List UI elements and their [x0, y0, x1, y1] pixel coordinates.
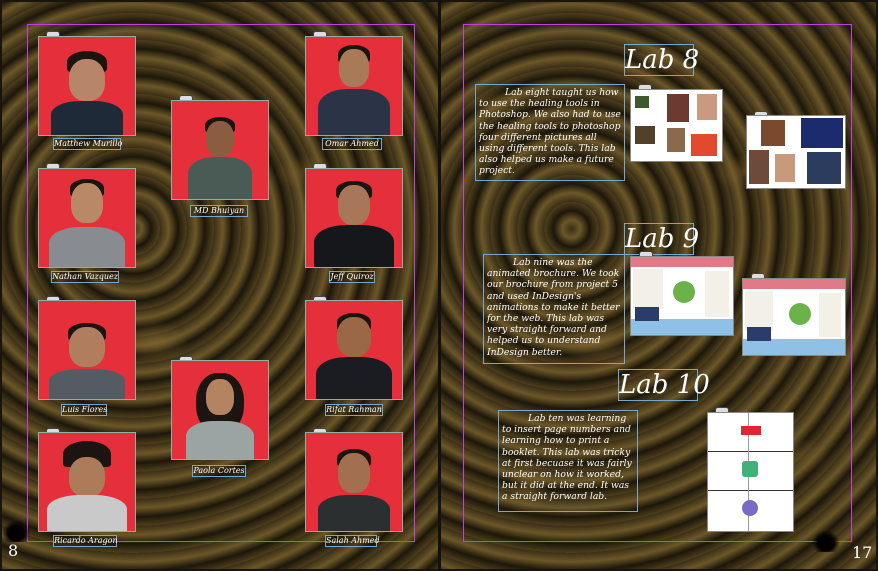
lab-8-screenshot-2[interactable]: [746, 115, 846, 189]
lab-9-brochure-2[interactable]: [742, 278, 846, 356]
student-photo[interactable]: [305, 432, 403, 532]
student-name-caption: Jeff Quiroz: [329, 271, 375, 283]
student-photo[interactable]: [305, 168, 403, 268]
right-page-number: 17: [852, 543, 873, 562]
student-photo[interactable]: [171, 100, 269, 200]
yearbook-spread: Matthew Murillo MD Bhuiyan Omar Ahmed Na…: [0, 0, 878, 571]
student-name-caption: Paola Cortes: [192, 465, 246, 477]
student-photo[interactable]: [305, 300, 403, 400]
student-photo[interactable]: [38, 168, 136, 268]
student-name-caption: Salah Ahmed: [325, 535, 380, 547]
lab-10-title: Lab 10: [618, 369, 710, 401]
lab-8-title: Lab 8: [624, 44, 700, 76]
student-name-caption: Luis Flores: [61, 404, 108, 416]
student-photo[interactable]: [38, 432, 136, 532]
student-photo[interactable]: [171, 360, 269, 460]
student-name-caption: MD Bhuiyan: [190, 205, 248, 217]
corner-ornament: [2, 520, 30, 542]
student-name-caption: Ricardo Aragon: [53, 535, 118, 547]
student-name-caption: Omar Ahmed: [322, 138, 382, 150]
corner-ornament: [812, 530, 840, 552]
left-page-number: 8: [8, 541, 19, 560]
lab-10-booklet-pages[interactable]: [707, 412, 794, 532]
student-name-caption: Rifat Rahman: [325, 404, 383, 416]
lab-9-brochure-1[interactable]: [630, 256, 734, 336]
student-name-caption: Matthew Murillo: [53, 138, 123, 150]
student-photo[interactable]: [305, 36, 403, 136]
lab-8-text: Lab eight taught us how to use the heali…: [475, 84, 625, 181]
lab-8-screenshot-1[interactable]: [630, 89, 723, 162]
lab-9-text: Lab nine was the animated brochure. We t…: [483, 254, 625, 364]
lab-10-text: Lab ten was learning to insert page numb…: [498, 410, 638, 512]
lab-9-title: Lab 9: [624, 223, 700, 255]
student-photo[interactable]: [38, 36, 136, 136]
student-name-caption: Nathan Vazquez: [51, 271, 119, 283]
student-photo[interactable]: [38, 300, 136, 400]
